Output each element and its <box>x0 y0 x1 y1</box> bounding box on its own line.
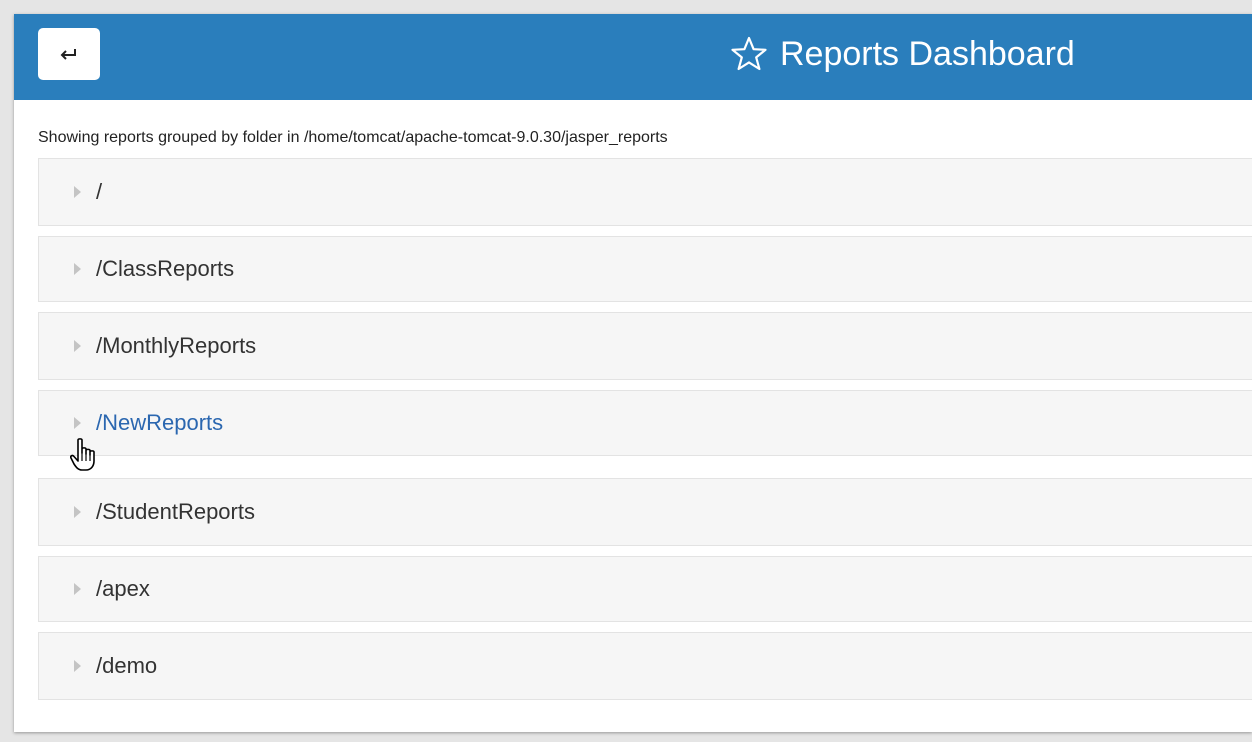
expand-caret-icon <box>74 186 81 198</box>
folder-item-studentreports[interactable]: /StudentReports <box>38 478 1252 546</box>
folder-item-root[interactable]: / <box>38 158 1252 226</box>
folder-label: /ClassReports <box>96 256 235 281</box>
folder-item-apex[interactable]: /apex <box>38 556 1252 622</box>
folder-item-demo[interactable]: /demo <box>38 632 1252 700</box>
folder-label: /StudentReports <box>96 499 255 524</box>
star-outline-icon[interactable] <box>730 35 768 73</box>
title-group: Reports Dashboard <box>730 32 1075 76</box>
folder-label: / <box>96 179 103 204</box>
reports-dashboard-window: Reports Dashboard Showing reports groupe… <box>14 14 1252 732</box>
folder-path-description: Showing reports grouped by folder in /ho… <box>38 129 668 146</box>
expand-caret-icon <box>74 417 81 429</box>
expand-caret-icon <box>74 506 81 518</box>
folder-item-monthlyreports[interactable]: /MonthlyReports <box>38 312 1252 380</box>
folder-item-classreports[interactable]: /ClassReports <box>38 236 1252 302</box>
folder-label: /MonthlyReports <box>96 333 257 358</box>
expand-caret-icon <box>74 263 81 275</box>
folder-item-newreports[interactable]: /NewReports <box>38 390 1252 456</box>
expand-caret-icon <box>74 340 81 352</box>
expand-caret-icon <box>74 583 81 595</box>
folder-label: /demo <box>96 653 158 678</box>
page-title: Reports Dashboard <box>780 35 1075 73</box>
folder-label: /NewReports <box>96 410 224 435</box>
expand-caret-icon <box>74 660 81 672</box>
back-button[interactable] <box>38 28 100 80</box>
folder-label: /apex <box>96 576 150 601</box>
return-arrow-icon <box>60 49 76 60</box>
header-bar: Reports Dashboard <box>14 14 1252 100</box>
